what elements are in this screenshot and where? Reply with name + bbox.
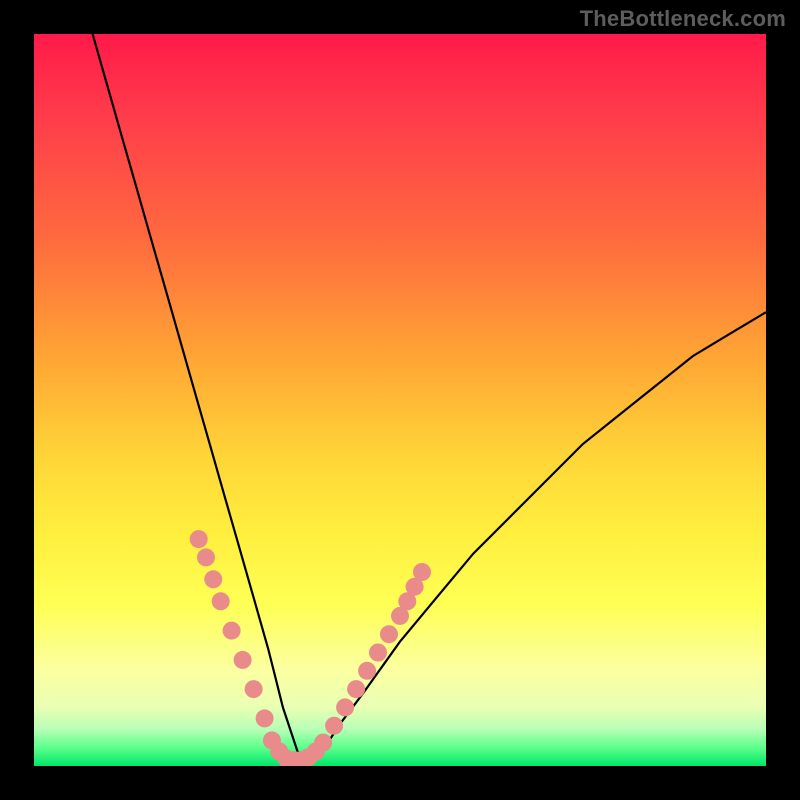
curve-marker — [336, 698, 354, 716]
curve-marker — [245, 680, 263, 698]
curve-marker — [369, 644, 387, 662]
curve-marker — [380, 625, 398, 643]
curve-layer — [34, 34, 766, 766]
curve-marker — [413, 563, 431, 581]
chart-frame: TheBottleneck.com — [0, 0, 800, 800]
curve-marker — [347, 680, 365, 698]
curve-marker — [190, 530, 208, 548]
curve-marker — [212, 592, 230, 610]
curve-marker — [223, 622, 241, 640]
watermark-text: TheBottleneck.com — [580, 6, 786, 32]
curve-marker — [197, 548, 215, 566]
plot-area — [34, 34, 766, 766]
bottleneck-curve-path — [93, 34, 766, 759]
curve-marker — [358, 662, 376, 680]
curve-marker — [325, 717, 343, 735]
curve-marker — [256, 709, 274, 727]
curve-marker — [204, 570, 222, 588]
curve-marker — [234, 651, 252, 669]
curve-marker — [314, 734, 332, 752]
